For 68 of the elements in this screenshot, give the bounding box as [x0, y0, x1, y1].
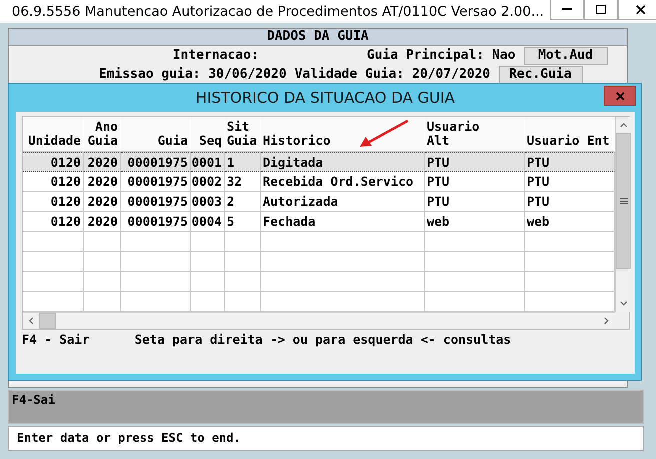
table-cell[interactable]: PTU: [425, 172, 525, 192]
table-cell[interactable]: 00001975: [121, 172, 191, 192]
table-cell[interactable]: PTU: [425, 152, 525, 172]
close-button[interactable]: [618, 0, 656, 20]
status-bar: Enter data or press ESC to end.: [8, 426, 644, 451]
table-cell[interactable]: 00001975: [121, 212, 191, 232]
left-caret-icon: [28, 317, 34, 325]
table-cell[interactable]: 2020: [84, 192, 121, 212]
panel-header: DADOS DA GUIA: [9, 29, 627, 46]
close-icon: [616, 92, 624, 100]
dialog-title: HISTORICO DA SITUACAO DA GUIA: [196, 89, 456, 107]
help-text: F4 - Sair Seta para direita -> ou para esquerda <- consultas: [22, 332, 512, 347]
column-header: Usuario Alt: [425, 117, 525, 152]
column-header: Seq: [191, 117, 225, 152]
window-title: 06.9.5556 Manutencao Autorizacao de Procedimentos AT/0110C Versao 2.00...: [12, 4, 544, 20]
horizontal-scrollbar[interactable]: [23, 312, 615, 329]
table-cell[interactable]: 0120: [23, 212, 84, 232]
maximize-button[interactable]: [584, 0, 618, 20]
table-cell[interactable]: web: [525, 212, 615, 232]
arrow-icon: [358, 119, 410, 149]
table-cell[interactable]: PTU: [525, 192, 615, 212]
table-cell[interactable]: 0003: [191, 192, 225, 212]
panel-button[interactable]: Rec.Guia: [498, 66, 583, 84]
maximize-icon: [596, 5, 606, 14]
function-key-bar: F4-Sai: [8, 390, 644, 424]
column-header: Ano Guia: [84, 117, 121, 152]
table-cell[interactable]: PTU: [525, 152, 615, 172]
table-cell[interactable]: Autorizada: [261, 192, 425, 212]
scrollbar-thumb[interactable]: [39, 313, 56, 329]
table-cell[interactable]: 2020: [84, 172, 121, 192]
table-cell[interactable]: 0120: [23, 152, 84, 172]
table-cell[interactable]: 1: [225, 152, 261, 172]
table-cell[interactable]: 2020: [84, 212, 121, 232]
column-header: Usuario Ent: [525, 117, 615, 152]
up-caret-icon: [620, 122, 628, 128]
right-caret-icon: [604, 317, 610, 325]
table-cell[interactable]: 5: [225, 212, 261, 232]
field-label: Emissao guia: 30/06/2020: [99, 67, 287, 82]
table-cell[interactable]: web: [425, 212, 525, 232]
table-cell[interactable]: 00001975: [121, 152, 191, 172]
close-icon: [636, 4, 646, 14]
field-label: Validade Guia: 20/07/2020: [294, 67, 491, 82]
table-cell[interactable]: PTU: [425, 192, 525, 212]
column-header: Guia: [121, 117, 191, 152]
column-header: Historico: [261, 117, 425, 152]
field-label: Guia Principal: Nao: [367, 48, 516, 63]
table-cell[interactable]: 0120: [23, 172, 84, 192]
table-cell[interactable]: Digitada: [261, 152, 425, 172]
table-cell[interactable]: 0002: [191, 172, 225, 192]
table-cell[interactable]: 2: [225, 192, 261, 212]
table-cell[interactable]: PTU: [525, 172, 615, 192]
column-header: Sit Guia: [225, 117, 261, 152]
field-label: Internacao:: [172, 48, 259, 63]
table-cell[interactable]: 32: [225, 172, 261, 192]
table-cell[interactable]: 0004: [191, 212, 225, 232]
table-cell[interactable]: 0120: [23, 192, 84, 212]
column-header: Unidade: [23, 117, 84, 152]
down-caret-icon: [620, 301, 628, 307]
table-cell[interactable]: 2020: [84, 152, 121, 172]
panel-button[interactable]: Mot.Aud: [524, 46, 608, 64]
vertical-scrollbar[interactable]: [615, 117, 631, 312]
table-cell[interactable]: Recebida Ord.Servico: [261, 172, 425, 192]
table-cell[interactable]: 00001975: [121, 192, 191, 212]
minimize-button[interactable]: [550, 0, 584, 20]
minimize-icon: [562, 8, 572, 11]
table-cell[interactable]: Fechada: [261, 212, 425, 232]
grip-icon: [620, 198, 628, 204]
table-cell[interactable]: 0001: [191, 152, 225, 172]
